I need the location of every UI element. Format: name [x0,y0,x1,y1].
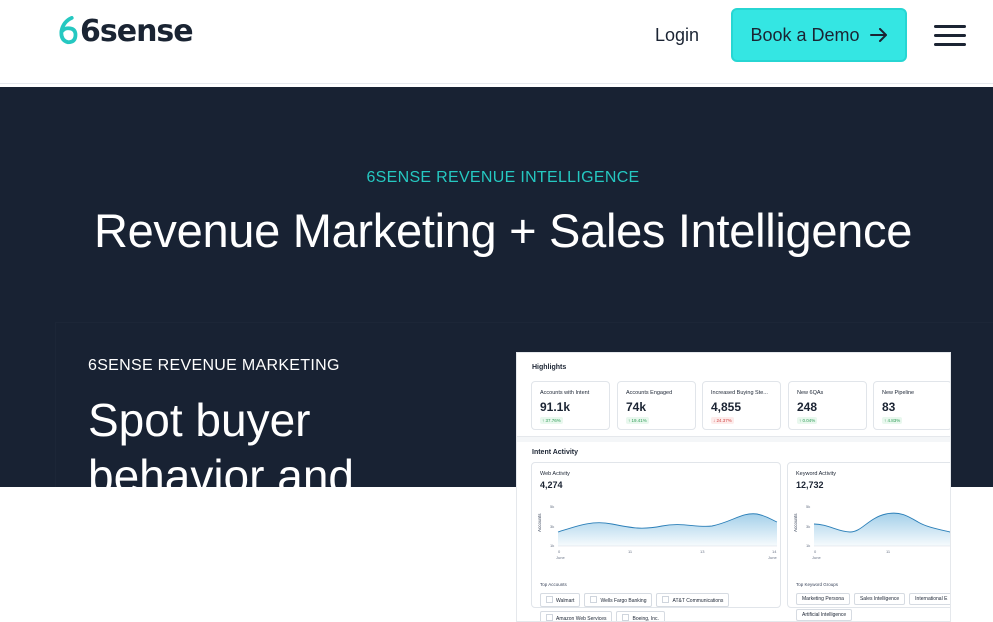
tile-value: 4,855 [711,400,742,414]
keyword-activity-chart: Accounts 5k 3k 1k 0 11 June [793,504,950,560]
top-accounts-label: Top Accounts [540,582,567,587]
web-activity-label: Web Activity [540,471,570,477]
account-chip[interactable]: AT&T Communications [656,593,730,607]
account-chip[interactable]: Walmart [540,593,581,607]
tile-change: ↑ 0.04% [797,417,818,424]
y-tick: 5k [806,504,810,509]
highlight-tile: Accounts with Intent 91.1k ↑ 37.76% [531,381,610,430]
tile-value: 83 [882,400,896,414]
tile-change: ↓ 24.37% [711,417,734,424]
top-keyword-groups-label: Top Keyword Groups [796,582,839,587]
web-activity-chart: Accounts 5k 3k 1k 0 11 13 14 June June [537,504,777,560]
tile-change: ↑ 4.83% [882,417,903,424]
x-tick: 11 [886,549,891,554]
book-demo-button[interactable]: Book a Demo [731,8,907,62]
keyword-activity-value: 12,732 [796,480,824,490]
keyword-chip[interactable]: International E [909,593,950,605]
y-tick: 1k [550,543,554,548]
x-tick: 14 [772,549,777,554]
tile-value: 248 [797,400,818,414]
card-title: Spot buyer behavior and [88,394,354,487]
top-keyword-groups-list: Marketing Persona Sales Intelligence Int… [796,593,950,621]
account-chip[interactable]: Wells Fargo Banking [584,593,653,607]
card-lower-area [56,487,516,622]
intent-activity-title: Intent Activity [532,449,579,456]
highlights-panel: Highlights Accounts with Intent 91.1k ↑ … [517,353,950,437]
tile-label: New Pipeline [882,390,915,396]
tile-label: Increased Buying Ste... [711,390,768,396]
tile-value: 74k [626,400,647,414]
highlight-tile: Increased Buying Ste... 4,855 ↓ 24.37% [702,381,781,430]
sixsense-logo[interactable]: 6sense [56,13,194,49]
highlight-tile: New Pipeline 83 ↑ 4.83% [873,381,950,430]
account-chip[interactable]: Boeing, Inc. [616,611,665,621]
x-axis-label: June [768,555,777,560]
tile-change: ↑ 19.41% [626,417,649,424]
y-tick: 1k [806,543,810,548]
keyword-activity-label: Keyword Activity [796,471,837,477]
x-tick: 0 [814,549,817,554]
keyword-activity-panel: Keyword Activity 12,732 Accounts 5k 3k 1… [787,462,950,621]
top-navigation: 6sense Login Book a Demo [0,0,993,84]
web-activity-value: 4,274 [540,480,563,490]
top-accounts-list: Walmart Wells Fargo Banking AT&T Communi… [540,593,770,621]
keyword-chip[interactable]: Marketing Persona [796,593,850,605]
web-activity-panel: Web Activity 4,274 Accounts 5k 3k 1k 0 1… [531,462,781,621]
y-tick: 3k [806,524,810,529]
login-link[interactable]: Login [655,25,699,46]
hero-title: Revenue Marketing + Sales Intelligence [93,204,913,257]
arrow-right-icon [869,28,887,42]
highlight-tile: Accounts Engaged 74k ↑ 19.41% [617,381,696,430]
y-tick: 3k [550,524,554,529]
x-tick: 11 [628,549,633,554]
y-axis-title: Accounts [793,513,798,532]
dashboard-preview: Highlights Accounts with Intent 91.1k ↑ … [516,352,951,622]
keyword-chip[interactable]: Artificial Intelligence [796,609,853,621]
x-axis-label: June [556,555,565,560]
keyword-chip[interactable]: Sales Intelligence [853,593,906,605]
y-axis-title: Accounts [537,513,542,532]
y-tick: 5k [550,504,554,509]
intent-activity-panel: Intent Activity Web Activity 4,274 Accou… [517,442,950,621]
hero-eyebrow: 6SENSE REVENUE INTELLIGENCE [366,169,640,186]
account-chip[interactable]: Amazon Web Services [540,611,613,621]
tile-label: New 6QAs [797,390,824,396]
highlights-title: Highlights [532,364,567,371]
book-demo-label: Book a Demo [750,24,860,45]
hamburger-menu-icon[interactable] [934,25,966,47]
logo-mark-icon [59,16,78,45]
x-tick: 0 [558,549,561,554]
x-axis-label: June [812,555,821,560]
tile-change: ↑ 37.76% [540,417,563,424]
tile-value: 91.1k [540,400,571,414]
card-eyebrow: 6SENSE REVENUE MARKETING [88,357,340,374]
highlight-tile: New 6QAs 248 ↑ 0.04% [788,381,867,430]
tile-label: Accounts with Intent [540,390,590,396]
x-tick: 13 [700,549,705,554]
tile-label: Accounts Engaged [626,390,673,396]
logo-wordmark: 6sense [80,13,194,49]
